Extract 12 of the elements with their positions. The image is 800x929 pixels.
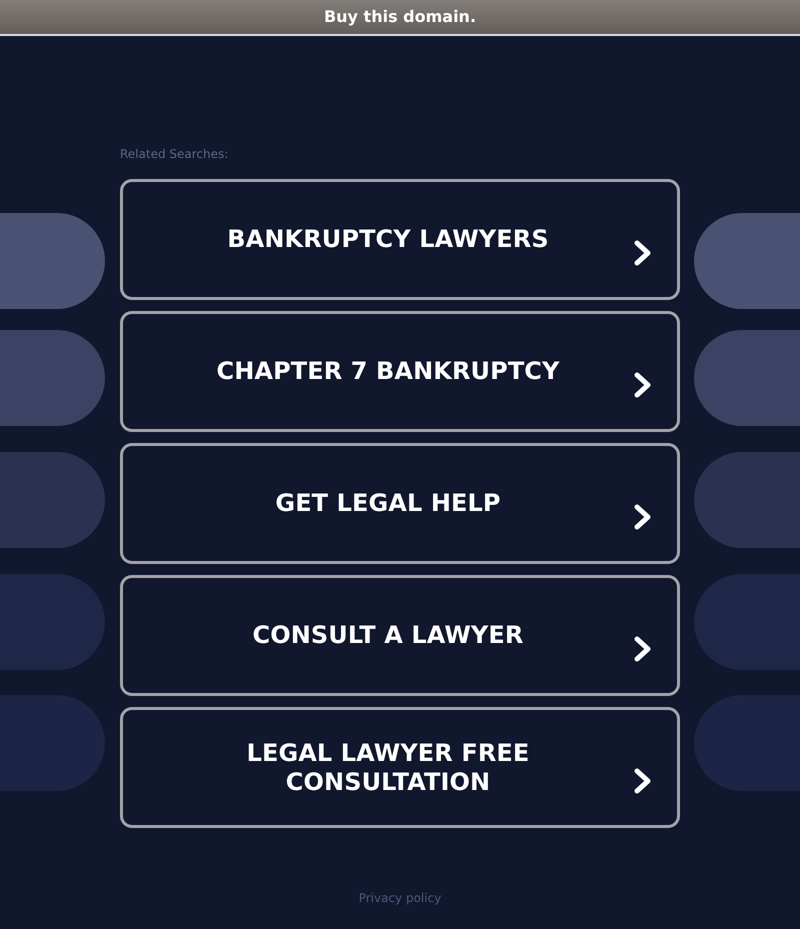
related-search-link[interactable]: LEGAL LAWYER FREE CONSULTATION — [120, 707, 680, 828]
related-searches-heading: Related Searches: — [120, 147, 228, 161]
chevron-icon — [633, 634, 653, 662]
chevron-icon — [633, 238, 653, 266]
buy-domain-link[interactable]: Buy this domain. — [324, 7, 476, 27]
chevron-icon — [633, 766, 653, 794]
related-search-link[interactable]: BANKRUPTCY LAWYERS — [120, 179, 680, 300]
related-search-link[interactable]: GET LEGAL HELP — [120, 443, 680, 564]
related-search-link[interactable]: CONSULT A LAWYER — [120, 575, 680, 696]
chevron-icon — [633, 502, 653, 530]
chevron-icon — [633, 370, 653, 398]
related-search-link[interactable]: CHAPTER 7 BANKRUPTCY — [120, 311, 680, 432]
